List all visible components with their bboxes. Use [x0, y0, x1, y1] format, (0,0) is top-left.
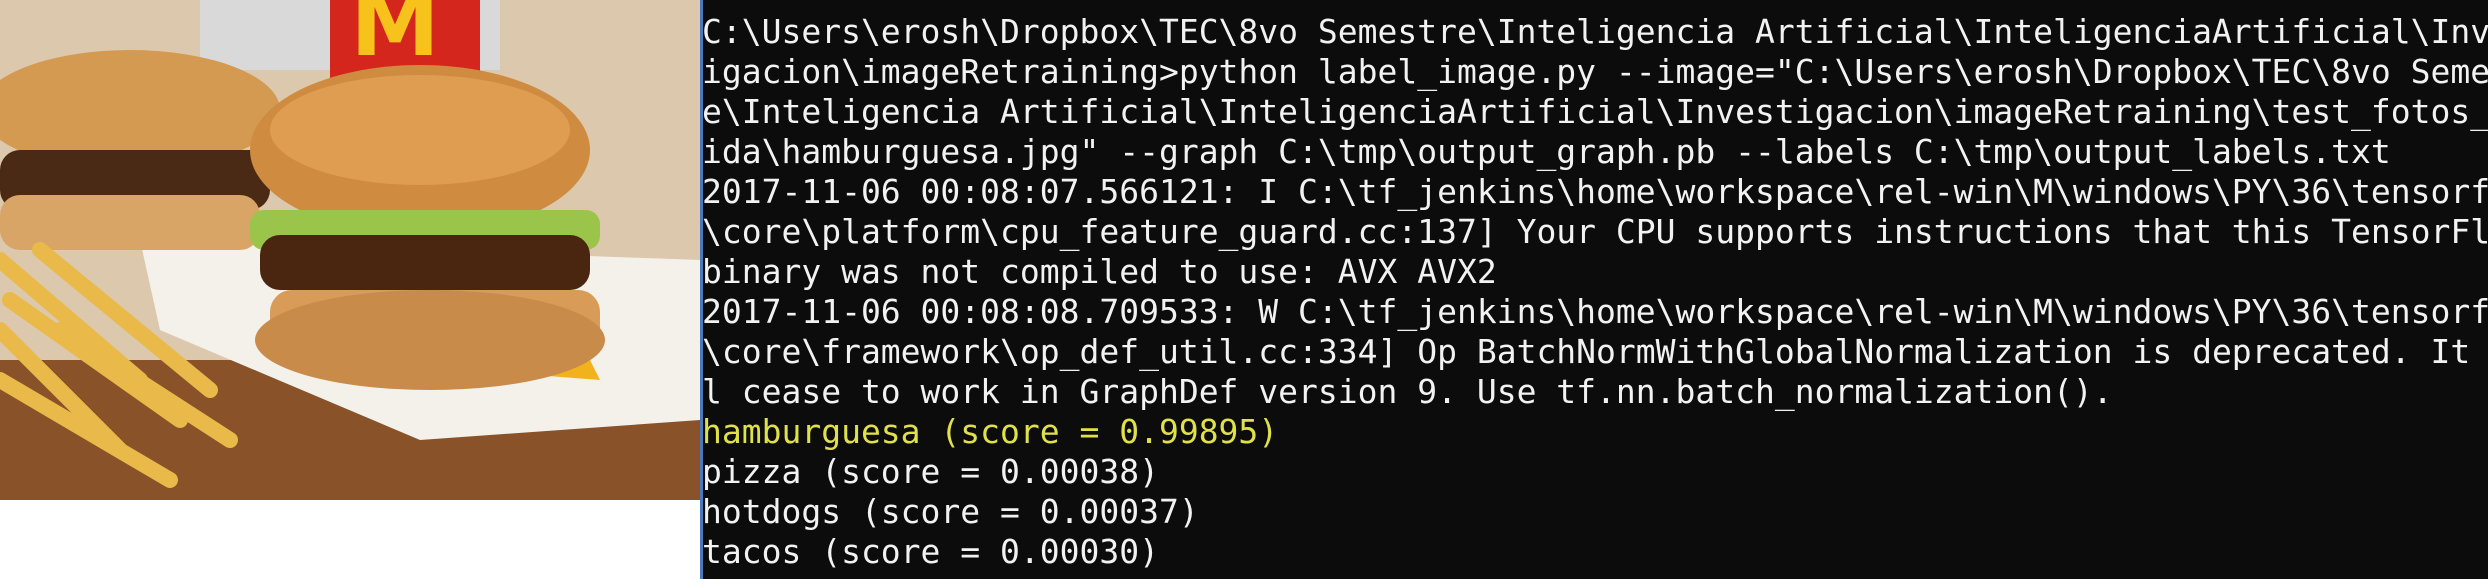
console-line: e\Inteligencia Artificial\InteligenciaAr… — [702, 92, 2488, 131]
burger-bun-bottom — [255, 290, 605, 390]
burger-patty — [260, 235, 590, 290]
console-line: C:\Users\erosh\Dropbox\TEC\8vo Semestre\… — [702, 12, 2488, 51]
console-output[interactable]: C:\Users\erosh\Dropbox\TEC\8vo Semestre\… — [702, 12, 2488, 572]
console-line: l cease to work in GraphDef version 9. U… — [702, 372, 2113, 411]
screenshot-root: M C:\Users\erosh\Dropbox\TEC\8vo Semestr… — [0, 0, 2488, 579]
console-line: binary was not compiled to use: AVX AVX2 — [702, 252, 1497, 291]
console-line: 2017-11-06 00:08:07.566121: I C:\tf_jenk… — [702, 172, 2488, 211]
food-photo: M — [0, 0, 700, 500]
command-prompt-console[interactable]: C:\Users\erosh\Dropbox\TEC\8vo Semestre\… — [700, 0, 2488, 579]
burger-bun-highlight — [270, 75, 570, 185]
result-line-top: hamburguesa (score = 0.99895) — [702, 412, 1279, 451]
console-line: \core\platform\cpu_feature_guard.cc:137]… — [702, 212, 2488, 251]
console-line: 2017-11-06 00:08:08.709533: W C:\tf_jenk… — [702, 292, 2488, 331]
console-line: \core\framework\op_def_util.cc:334] Op B… — [702, 332, 2488, 371]
result-line: pizza (score = 0.00038) — [702, 452, 1159, 491]
result-line: tacos (score = 0.00030) — [702, 532, 1159, 571]
result-line: hotdogs (score = 0.00037) — [702, 492, 1199, 531]
console-line: ida\hamburguesa.jpg" --graph C:\tmp\outp… — [702, 132, 2391, 171]
console-line: igacion\imageRetraining>python label_ima… — [702, 52, 2488, 91]
food-illustration: M — [0, 0, 700, 500]
back-burger-bun-bottom — [0, 195, 260, 250]
